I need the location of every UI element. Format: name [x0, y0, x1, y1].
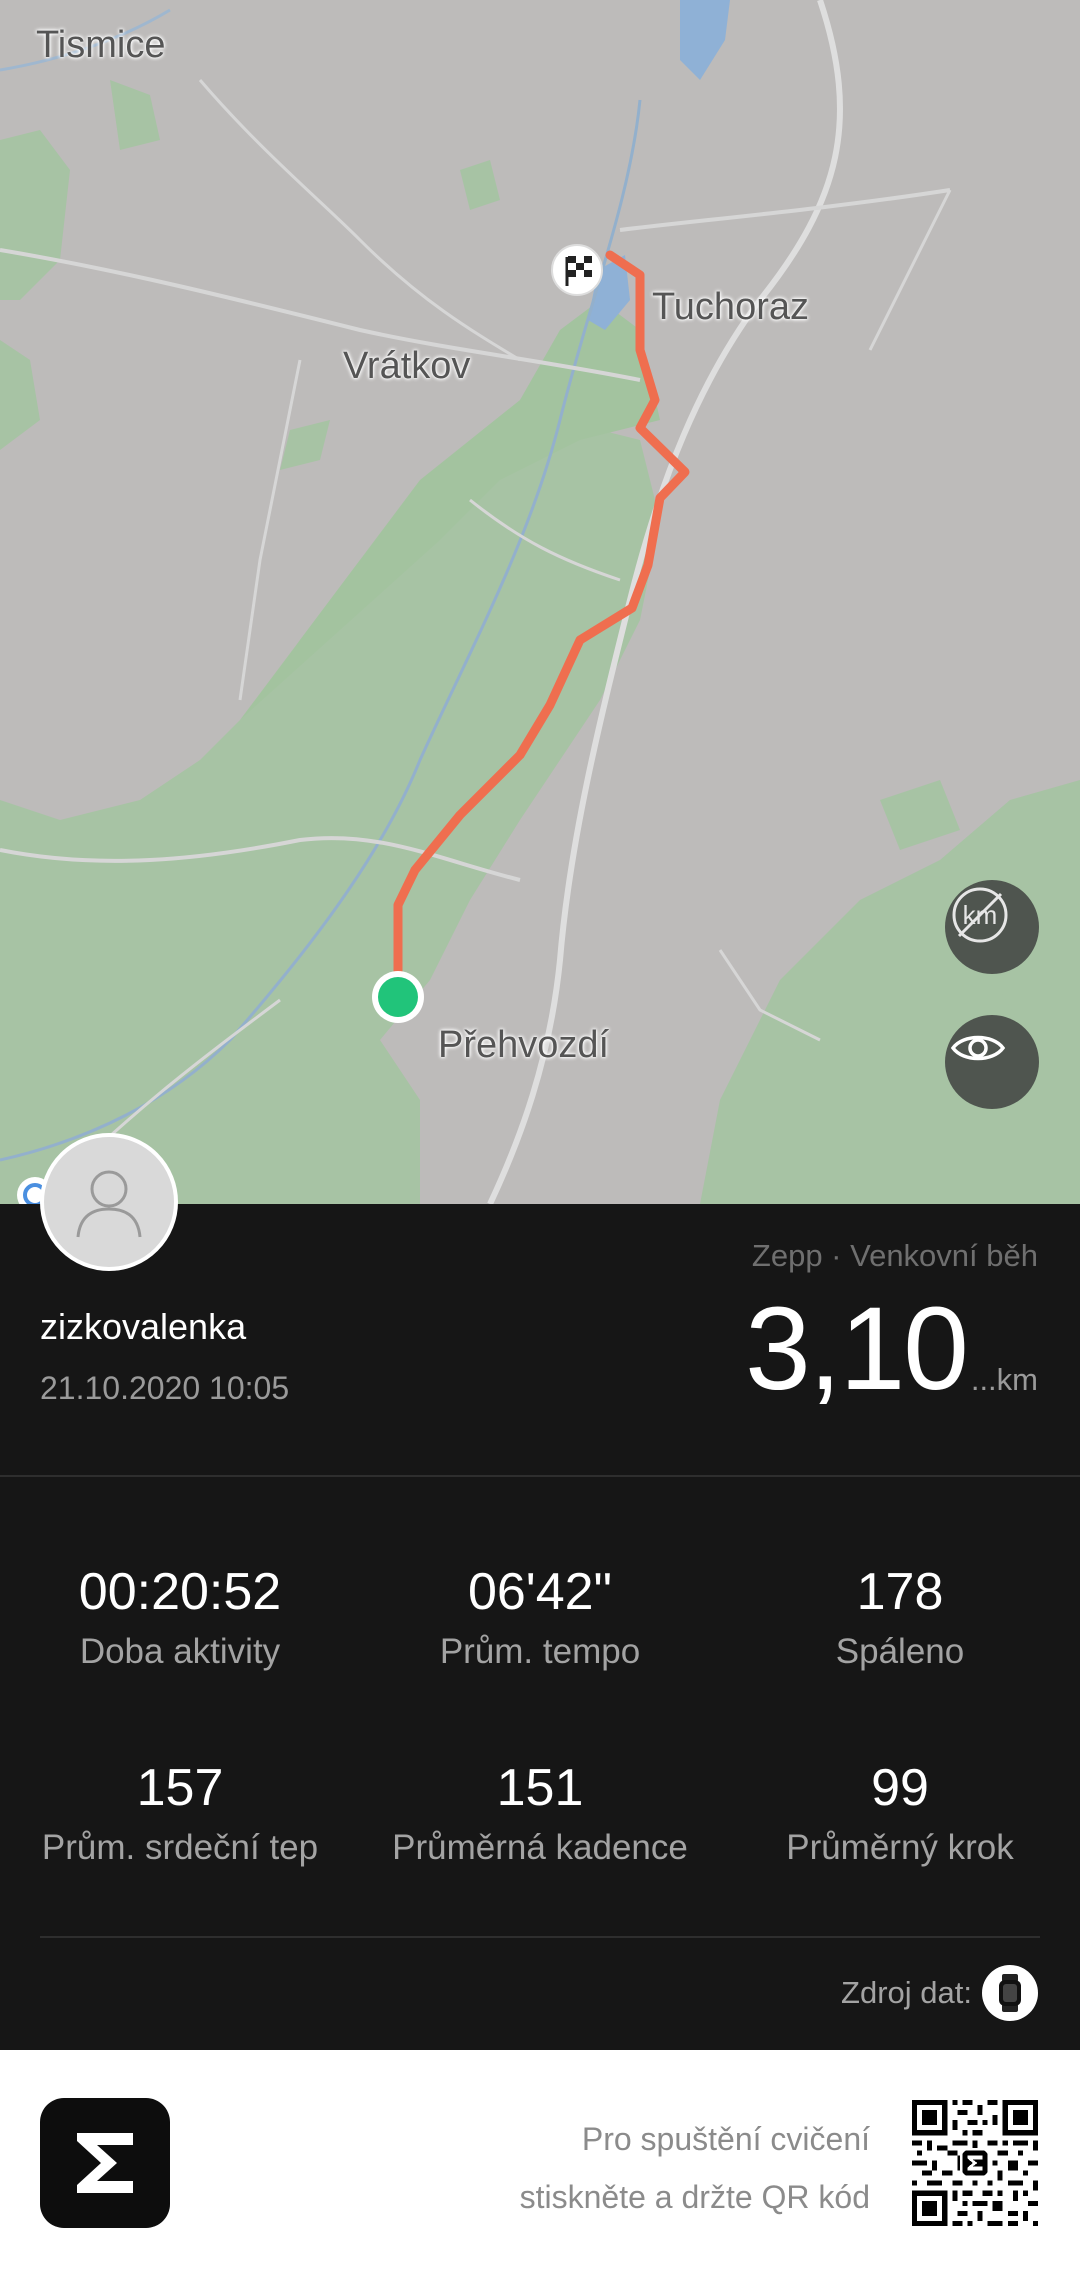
user-icon	[76, 1170, 142, 1238]
qr-code[interactable]	[912, 2100, 1038, 2226]
stat-value: 00:20:52	[78, 1563, 282, 1621]
qr-instructions-line2: stiskněte a držte QR kód	[519, 2179, 870, 2215]
place-label-tismice: Tismice	[36, 24, 166, 66]
visibility-toggle-button[interactable]	[945, 1015, 1039, 1109]
workout-datetime: 21.10.2020 10:05	[40, 1370, 290, 1406]
place-label-vratkov: Vrátkov	[343, 345, 471, 387]
stat-value: 178	[856, 1563, 944, 1621]
stat-label: Průměrný krok	[786, 1828, 1014, 1867]
stat-value: 151	[496, 1759, 584, 1817]
distance-display: 3,10 ...km	[745, 1290, 1038, 1408]
data-source[interactable]: Zdroj dat:	[841, 1965, 1038, 2021]
stat-label: Prům. srdeční tep	[41, 1828, 319, 1867]
distance-value: 3,10	[745, 1283, 969, 1415]
workout-source-type: Zepp · Venkovní běh	[751, 1238, 1038, 1273]
stat-label: Průměrná kadence	[392, 1828, 688, 1867]
avatar[interactable]	[40, 1133, 178, 1271]
eye-icon	[950, 1035, 1006, 1061]
stat-label: Prům. tempo	[439, 1632, 641, 1671]
stat-label: Spáleno	[835, 1632, 965, 1671]
stat-calories: 178 Spáleno	[720, 1566, 1080, 1672]
zepp-logo	[40, 2098, 170, 2228]
place-label-tuchoraz: Tuchoraz	[652, 286, 809, 328]
finish-flag-icon	[551, 244, 603, 296]
stat-avg-cadence: 151 Průměrná kadence	[360, 1762, 720, 1868]
watch-icon	[982, 1965, 1038, 2021]
stat-avg-heart-rate: 157 Prům. srdeční tep	[0, 1762, 360, 1868]
stat-value: 157	[136, 1759, 224, 1817]
km-markers-off-icon: km	[952, 887, 1008, 943]
distance-unit: ...km	[970, 1362, 1038, 1397]
data-source-label: Zdroj dat:	[841, 1975, 972, 2010]
route-map[interactable]: Tismice Tuchoraz Vrátkov Přehvozdí km	[0, 0, 1080, 1204]
start-point-icon	[372, 971, 424, 1023]
username: zizkovalenka	[40, 1306, 247, 1347]
stat-label: Doba aktivity	[79, 1632, 281, 1671]
qr-instructions-line1: Pro spuštění cvičení	[581, 2121, 870, 2157]
km-markers-toggle-button[interactable]: km	[945, 880, 1039, 974]
stat-avg-pace: 06'42" Prům. tempo	[360, 1566, 720, 1672]
stat-value: 06'42"	[467, 1563, 613, 1621]
stat-value: 99	[871, 1759, 929, 1817]
sigma-icon	[77, 2133, 133, 2193]
qr-instructions: Pro spuštění cvičení stiskněte a držte Q…	[520, 2110, 870, 2226]
divider	[40, 1936, 1040, 1938]
stat-duration: 00:20:52 Doba aktivity	[0, 1566, 360, 1672]
stat-avg-stride: 99 Průměrný krok	[720, 1762, 1080, 1868]
place-label-prehvozdi: Přehvozdí	[438, 1024, 610, 1066]
divider	[0, 1475, 1080, 1477]
